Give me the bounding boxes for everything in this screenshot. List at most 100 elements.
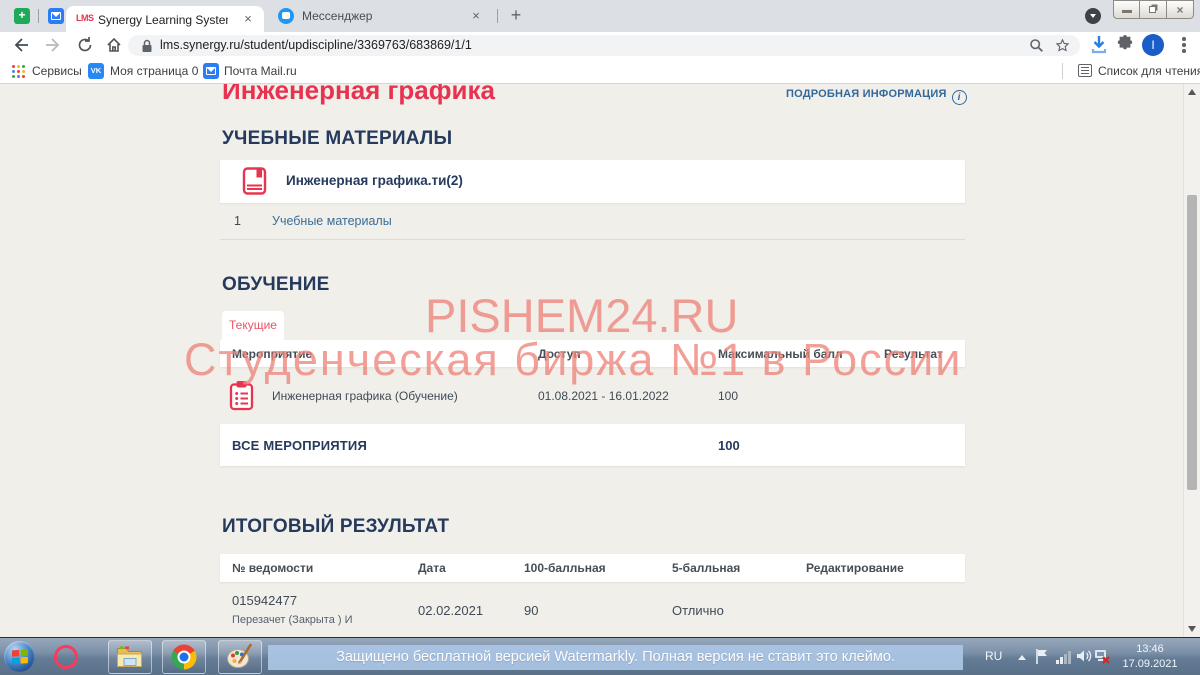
lms-favicon: LMS xyxy=(76,13,94,23)
col-header: № ведомости xyxy=(232,561,313,575)
row-index: 1 xyxy=(234,214,241,228)
sheet-number: 015942477 xyxy=(232,593,297,608)
url-text[interactable]: lms.synergy.ru/student/updiscipline/3369… xyxy=(160,38,472,52)
materials-card-title[interactable]: Инженерная графика.ти(2) xyxy=(286,173,463,188)
materials-link[interactable]: Учебные материалы xyxy=(272,214,392,228)
final-result-row: 015942477 Перезачет (Закрыта ) И 02.02.2… xyxy=(220,584,965,636)
screen: + LMS Synergy Learning System × Мессендж… xyxy=(0,0,1200,675)
chrome-icon xyxy=(172,645,197,670)
score-5: Отлично xyxy=(672,603,724,618)
close-window-button[interactable]: × xyxy=(1167,0,1194,19)
opera-gx-taskbar-icon[interactable] xyxy=(54,645,78,669)
vk-icon[interactable]: VK xyxy=(88,63,104,79)
event-access-dates: 01.08.2021 - 16.01.2022 xyxy=(538,389,669,403)
scroll-down-icon[interactable] xyxy=(1188,626,1196,632)
training-row[interactable]: Инженерная графика (Обучение) 01.08.2021… xyxy=(220,372,965,418)
watermark-site: PISHEM24.RU xyxy=(425,288,738,343)
address-bar[interactable]: lms.synergy.ru/student/updiscipline/3369… xyxy=(128,35,1080,56)
chrome-taskbar-button[interactable] xyxy=(162,640,206,674)
reload-icon[interactable] xyxy=(76,36,94,54)
materials-row: 1 Учебные материалы xyxy=(220,204,965,240)
score-100: 90 xyxy=(524,603,538,618)
tab-title: Мессенджер xyxy=(302,9,372,23)
lock-icon xyxy=(141,39,153,53)
tab-messenger[interactable]: Мессенджер × xyxy=(268,0,492,32)
pinned-tab-sheets[interactable]: + xyxy=(14,8,30,24)
final-table-header: № ведомости Дата 100-балльная 5-балльная… xyxy=(220,554,965,582)
explorer-taskbar-button[interactable] xyxy=(108,640,152,674)
scrollbar[interactable] xyxy=(1183,84,1200,637)
col-header: 5-балльная xyxy=(672,561,740,575)
scrollbar-thumb[interactable] xyxy=(1187,195,1197,490)
col-header: Редактирование xyxy=(806,561,904,575)
reading-list-label[interactable]: Список для чтения xyxy=(1098,64,1200,78)
discipline-title: Инженерная графика xyxy=(222,84,495,106)
col-header: Дата xyxy=(418,561,446,575)
materials-card[interactable]: Инженерная графика.ти(2) xyxy=(220,160,965,203)
col-header: Мероприятие xyxy=(232,347,312,361)
language-indicator[interactable]: RU xyxy=(985,649,1002,663)
materials-heading: УЧЕБНЫЕ МАТЕРИАЛЫ xyxy=(222,128,452,150)
tab-search-button[interactable] xyxy=(1085,8,1101,24)
network-signal-icon[interactable] xyxy=(1056,650,1072,664)
action-center-flag-icon[interactable] xyxy=(1034,648,1050,665)
tray-expand-icon[interactable] xyxy=(1018,655,1026,660)
sheet-note: Перезачет (Закрыта ) И xyxy=(232,614,353,626)
mailru-icon[interactable] xyxy=(203,63,219,79)
paint-taskbar-button[interactable] xyxy=(218,640,262,674)
browser-toolbar: lms.synergy.ru/student/updiscipline/3369… xyxy=(0,32,1200,59)
book-icon xyxy=(240,166,270,196)
bookmarks-divider xyxy=(1062,63,1063,79)
col-header: Максимальный балл xyxy=(718,347,843,361)
all-events-label: ВСЕ МЕРОПРИЯТИЯ xyxy=(232,438,367,453)
bookmark-mail[interactable]: Почта Mail.ru xyxy=(224,64,297,78)
messenger-favicon xyxy=(278,8,294,24)
tab-divider xyxy=(497,9,498,23)
close-tab-icon[interactable]: × xyxy=(240,11,256,27)
all-events-score: 100 xyxy=(718,438,740,453)
network-disconnected-icon[interactable] xyxy=(1094,648,1111,665)
apps-grid-icon[interactable] xyxy=(12,65,25,78)
start-button[interactable] xyxy=(4,641,35,672)
home-icon[interactable] xyxy=(105,36,123,54)
pinned-tab-mail[interactable] xyxy=(48,8,64,24)
forward-icon[interactable] xyxy=(44,36,62,54)
reading-list-icon[interactable] xyxy=(1078,64,1092,77)
event-name[interactable]: Инженерная графика (Обучение) xyxy=(272,389,458,403)
clock[interactable]: 13:46 17.09.2021 xyxy=(1120,642,1180,672)
download-icon[interactable] xyxy=(1090,35,1108,55)
paint-palette-icon xyxy=(227,644,254,671)
event-max-score: 100 xyxy=(718,389,738,403)
bookmark-star-icon[interactable] xyxy=(1055,38,1070,53)
scroll-up-icon[interactable] xyxy=(1188,89,1196,95)
tab-current[interactable]: Текущие xyxy=(222,311,284,340)
close-tab-icon[interactable]: × xyxy=(468,8,484,24)
zoom-icon[interactable] xyxy=(1029,38,1044,53)
extensions-puzzle-icon[interactable] xyxy=(1116,35,1134,53)
folder-icon xyxy=(116,646,144,669)
details-link[interactable]: ПОДРОБНАЯ ИНФОРМАЦИЯi xyxy=(786,88,967,105)
restore-button[interactable] xyxy=(1140,0,1167,19)
profile-avatar[interactable]: I xyxy=(1142,34,1164,56)
minimize-button[interactable] xyxy=(1113,0,1140,19)
tab-title: Synergy Learning System xyxy=(98,13,228,27)
info-icon: i xyxy=(952,90,967,105)
new-tab-button[interactable]: + xyxy=(506,6,526,26)
tab-synergy[interactable]: LMS Synergy Learning System × xyxy=(66,6,264,32)
browser-menu-icon[interactable] xyxy=(1182,37,1186,55)
tab-divider xyxy=(38,9,39,23)
window-controls: × xyxy=(1113,0,1194,19)
clock-date: 17.09.2021 xyxy=(1120,657,1180,672)
taskbar: Защищено бесплатной версией Watermarkly.… xyxy=(0,637,1200,675)
windows-flag-icon xyxy=(11,648,29,666)
bookmark-vk-page[interactable]: Моя страница 0 xyxy=(110,64,198,78)
clipboard-icon xyxy=(228,380,255,411)
bookmark-services[interactable]: Сервисы xyxy=(32,64,82,78)
watermarkly-banner: Защищено бесплатной версией Watermarkly.… xyxy=(268,645,963,670)
training-table-header: Мероприятие Доступ Максимальный балл Рез… xyxy=(220,340,965,367)
final-result-heading: ИТОГОВЫЙ РЕЗУЛЬТАТ xyxy=(222,516,449,538)
volume-icon[interactable] xyxy=(1076,648,1092,664)
back-icon[interactable] xyxy=(12,36,30,54)
mail-icon xyxy=(51,12,61,20)
result-date: 02.02.2021 xyxy=(418,603,483,618)
